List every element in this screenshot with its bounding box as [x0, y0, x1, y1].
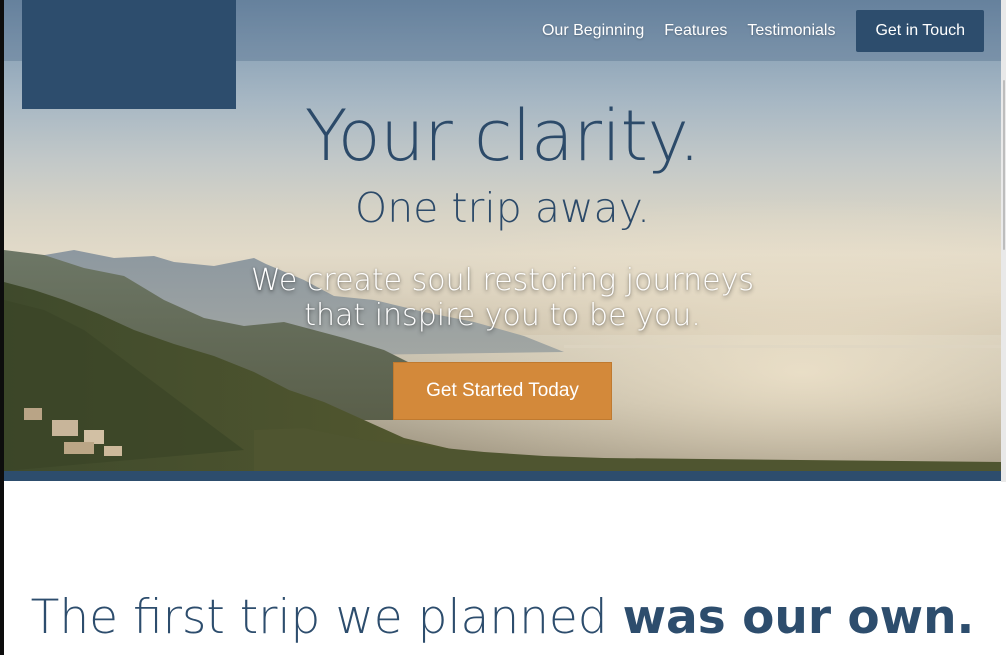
hero-subheadline: One trip away.: [354, 184, 651, 232]
section-title-bold: was our own.: [622, 590, 975, 645]
get-in-touch-button[interactable]: Get in Touch: [856, 9, 984, 52]
nav-link-features[interactable]: Features: [664, 22, 727, 40]
page: Our Beginning Features Testimonials Get …: [0, 0, 1006, 655]
hero-tagline-line1: We create soul restoring journeys: [251, 263, 754, 298]
window-edge: [0, 0, 4, 655]
nav-link-testimonials[interactable]: Testimonials: [747, 22, 835, 40]
hero-tagline-line2: that inspire you to be you.: [304, 298, 701, 333]
hero-section: Our Beginning Features Testimonials Get …: [4, 0, 1001, 471]
logo[interactable]: [22, 0, 236, 109]
get-started-button[interactable]: Get Started Today: [393, 362, 612, 420]
main-nav: Our Beginning Features Testimonials Get …: [522, 0, 984, 61]
section-title: The first trip we planned was our own.: [4, 588, 1001, 648]
hero-divider-bar: [4, 471, 1001, 481]
scrollbar[interactable]: [1001, 0, 1006, 482]
section-title-light: The first trip we planned: [30, 590, 623, 645]
nav-link-our-beginning[interactable]: Our Beginning: [542, 22, 644, 40]
